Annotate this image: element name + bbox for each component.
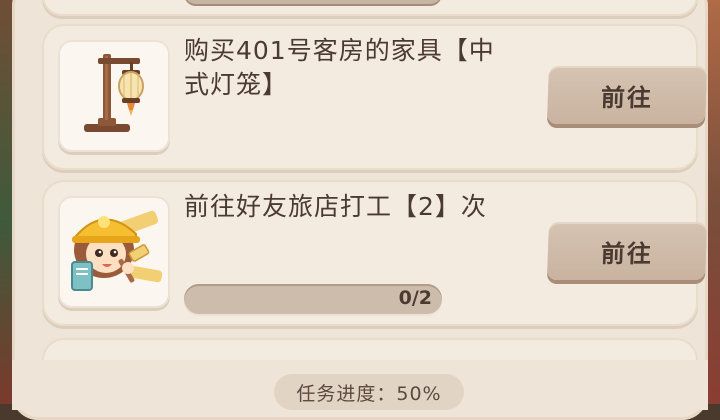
task-progress-label: 任务进度：50%	[296, 382, 442, 405]
goto-button-label: 前往	[600, 83, 654, 112]
task-progress-summary: 任务进度：50%	[274, 374, 464, 410]
task-title: 购买401号客房的家具【中式灯笼】	[184, 36, 495, 99]
task-progress-bar: 0/2	[184, 284, 442, 314]
task-card: 购买401号客房的家具【中式灯笼】 前往	[42, 24, 708, 170]
chinese-lantern-icon	[58, 40, 170, 152]
goto-button-label: 前往	[600, 239, 654, 268]
goto-button[interactable]: 前往	[546, 66, 708, 124]
construction-worker-icon	[58, 196, 170, 308]
task-progress-text: 0/2	[398, 287, 432, 309]
task-card: 前往好友旅店打工【2】次 前往 0/2	[42, 180, 708, 326]
progress-bar-previous	[184, 0, 442, 6]
task-title: 前往好友旅店打工【2】次	[184, 192, 487, 221]
goto-button[interactable]: 前往	[546, 222, 708, 280]
task-card-previous	[42, 0, 698, 16]
